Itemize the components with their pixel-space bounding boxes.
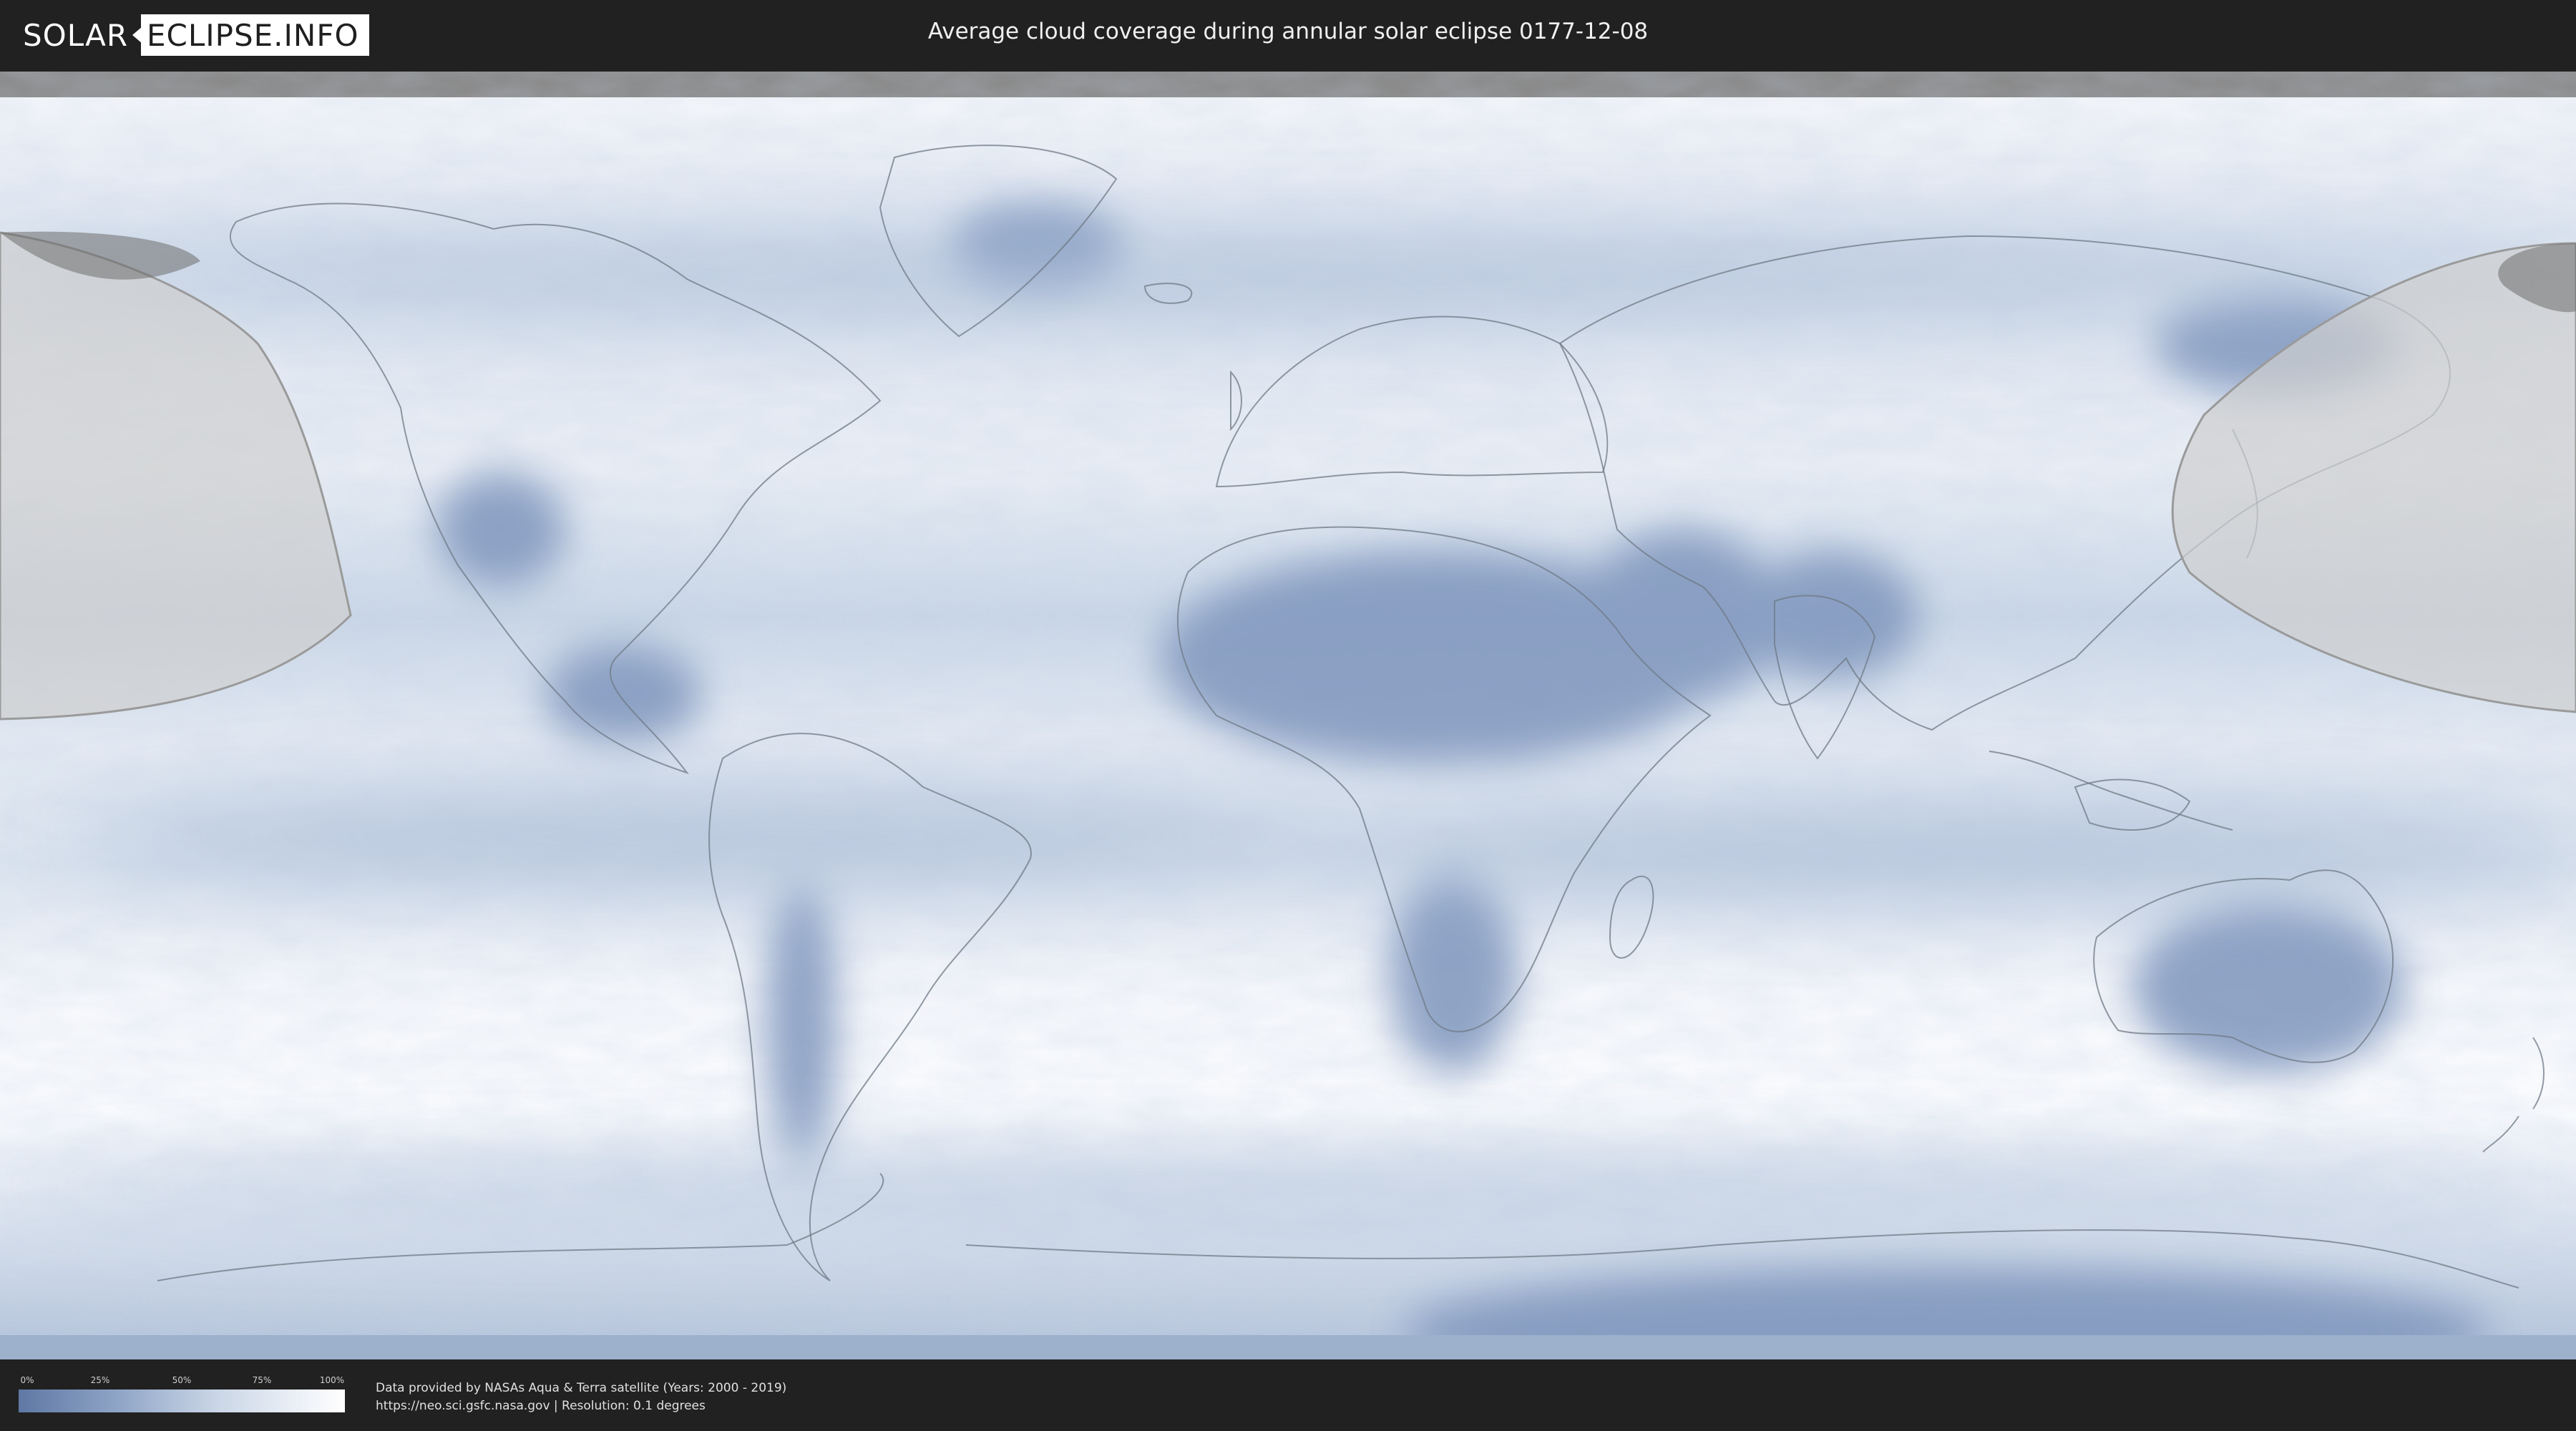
page-title: Average cloud coverage during annular so… (927, 19, 1649, 44)
legend-tick-25: 25% (90, 1375, 110, 1385)
legend-tick-75: 75% (252, 1375, 272, 1385)
attribution-source: Data provided by NASAs Aqua & Terra sate… (376, 1381, 787, 1395)
footer-bar: 0% 25% 50% 75% 100% Data provided by NAS… (0, 1359, 2576, 1431)
cloud-coverage-legend: 0% 25% 50% 75% 100% (19, 1375, 345, 1414)
legend-tick-0: 0% (20, 1375, 34, 1385)
legend-tick-100: 100% (319, 1375, 345, 1385)
header-bar: SOLAR ECLIPSE.INFO Average cloud coverag… (0, 0, 2576, 72)
legend-tick-50: 50% (172, 1375, 192, 1385)
attribution-link[interactable]: https://neo.sci.gsfc.nasa.gov | Resoluti… (376, 1397, 786, 1415)
cloud-coverage-map (0, 72, 2576, 1359)
legend-color-bar (19, 1390, 345, 1412)
data-attribution: Data provided by NASAs Aqua & Terra sate… (376, 1379, 786, 1415)
map-container (0, 72, 2576, 1359)
